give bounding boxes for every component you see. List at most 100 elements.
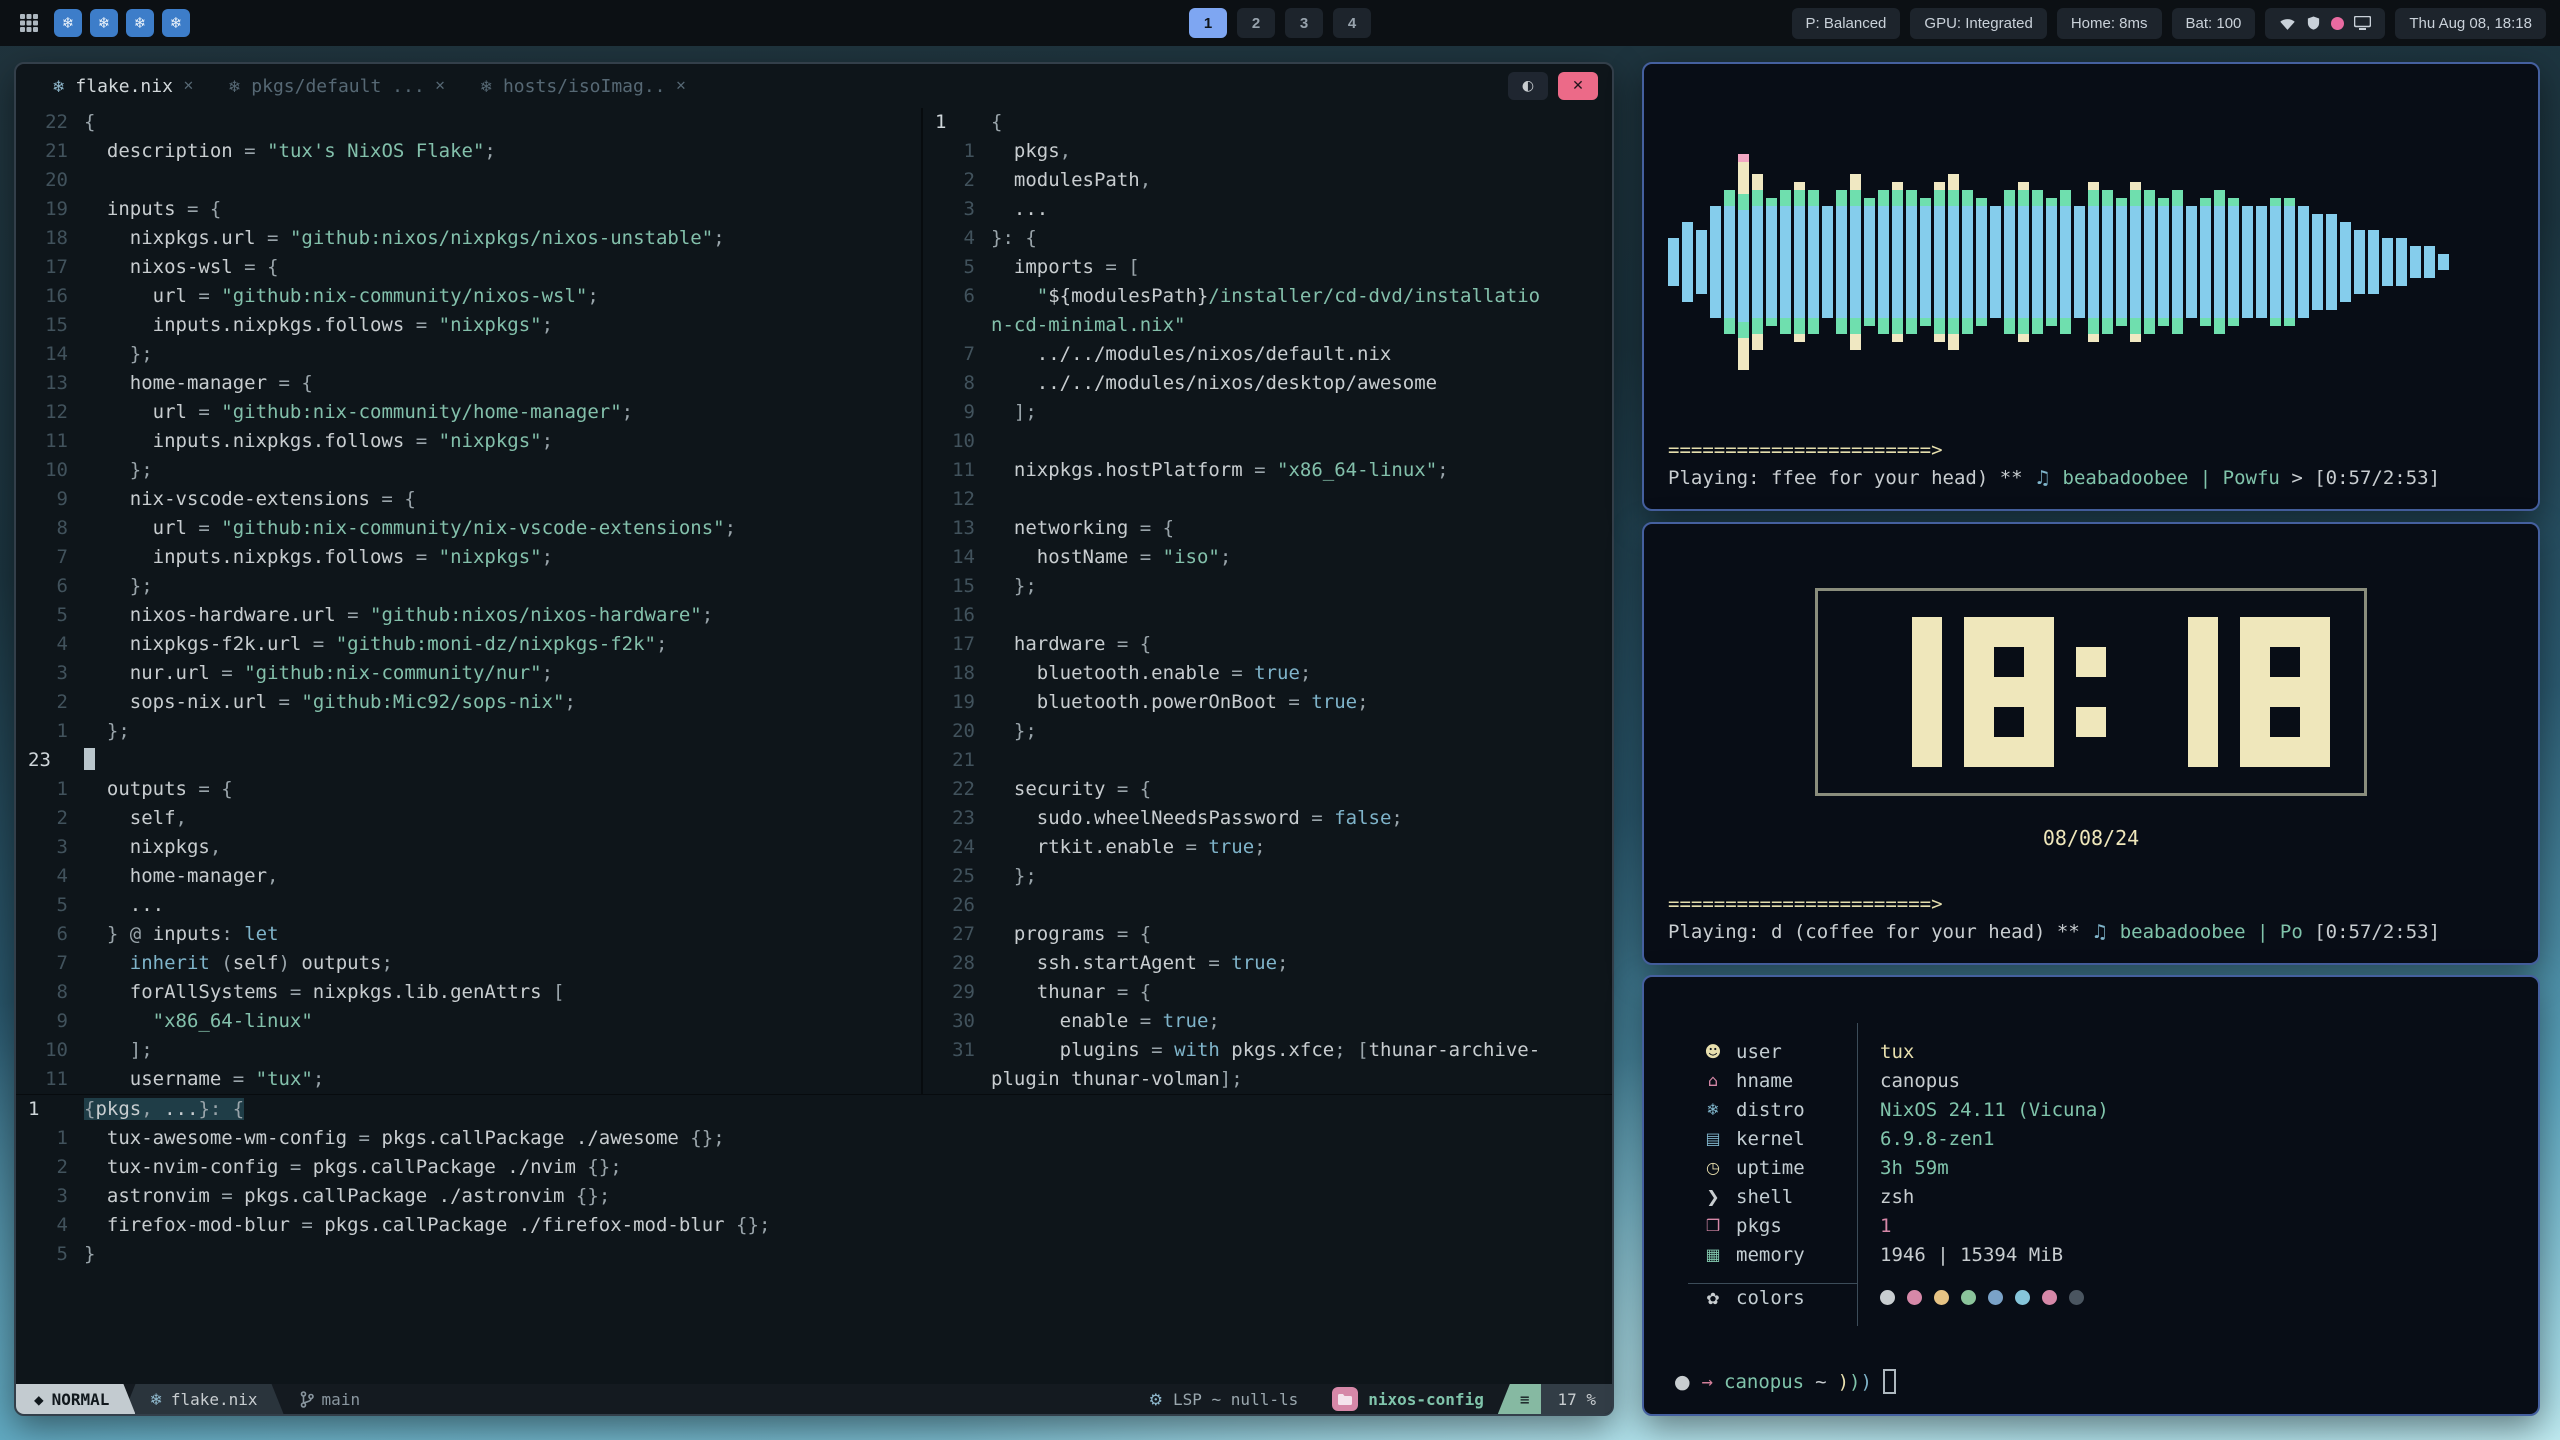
workspace-1[interactable]: 1	[1189, 8, 1227, 38]
code-line: 20 };	[923, 717, 1612, 746]
code-line: 3 ...	[923, 195, 1612, 224]
code-text: url = "github:nix-community/home-manager…	[84, 398, 633, 427]
tab-group: ❄flake.nix✕❄pkgs/default ...✕❄hosts/isoI…	[52, 76, 686, 97]
viz-bar	[1780, 190, 1791, 334]
color-dot	[1880, 1290, 1895, 1305]
code-text: };	[991, 572, 1037, 601]
editor-pane-isoimage[interactable]: 1{1 pkgs,2 modulesPath,3 ...4}: {5 impor…	[923, 108, 1612, 1094]
fetch-value: 1	[1858, 1215, 1891, 1237]
line-number: 2	[16, 1153, 84, 1182]
gear-icon: ⚙	[1149, 1390, 1163, 1409]
clock-terminal[interactable]: 08/08/24 =======================> Playin…	[1642, 522, 2540, 965]
code-text: nixos-wsl = {	[84, 253, 279, 282]
editor-pane-flake[interactable]: 22{21 description = "tux's NixOS Flake";…	[16, 108, 923, 1094]
code-line: 11 username = "tux";	[16, 1065, 921, 1094]
code-line: 4 home-manager,	[16, 862, 921, 891]
git-branch-label: main	[322, 1390, 361, 1409]
close-window-button[interactable]: ✕	[1558, 72, 1598, 100]
viz-bar	[2242, 206, 2253, 318]
palette-icon: ✿	[1702, 1289, 1724, 1308]
tab-hosts-isoimag-[interactable]: ❄hosts/isoImag..✕	[480, 76, 687, 97]
visualizer-terminal[interactable]: =======================> Playing: ffee f…	[1642, 62, 2540, 511]
hostname-icon: ⌂	[1702, 1071, 1724, 1090]
code-line: 8 forAllSystems = nixpkgs.lib.genAttrs [	[16, 978, 921, 1007]
clock-digit	[1852, 617, 1942, 767]
launcher-button[interactable]	[14, 8, 44, 38]
project-segment: nixos-config	[1316, 1384, 1500, 1414]
line-number: 1	[923, 108, 991, 137]
line-number: 10	[16, 1036, 84, 1065]
tab-close-icon[interactable]: ✕	[435, 79, 446, 94]
code-line: 15 };	[923, 572, 1612, 601]
code-line: plugin thunar-volman];	[923, 1065, 1612, 1094]
tab-label: flake.nix	[75, 76, 173, 97]
color-dot	[1934, 1290, 1949, 1305]
code-text: };	[84, 572, 153, 601]
code-text: "x86_64-linux"	[84, 1007, 313, 1036]
neovim-window[interactable]: ❄flake.nix✕❄pkgs/default ...✕❄hosts/isoI…	[14, 62, 1614, 1416]
code-text: inherit (self) outputs;	[84, 949, 393, 978]
code-text: inputs.nixpkgs.follows = "nixpkgs";	[84, 427, 553, 456]
visualizer-area	[1668, 84, 2514, 439]
code-line: 11 nixpkgs.hostPlatform = "x86_64-linux"…	[923, 456, 1612, 485]
prompt-path: ~	[1815, 1371, 1826, 1393]
line-number: 20	[16, 166, 84, 195]
shell-icon: ❯	[1702, 1187, 1724, 1206]
code-line: 10	[923, 427, 1612, 456]
tab-close-icon[interactable]: ✕	[676, 79, 687, 94]
viz-bar	[2200, 198, 2211, 326]
fetch-value: NixOS 24.11 (Vicuna)	[1858, 1099, 2109, 1121]
viz-bar	[1724, 190, 1735, 334]
clock-date: 08/08/24	[2043, 826, 2139, 850]
prompt-hostname: canopus	[1724, 1371, 1804, 1393]
tab-close-icon[interactable]: ✕	[183, 79, 194, 94]
code-text: "${modulesPath}/installer/cd-dvd/install…	[991, 282, 1540, 311]
viz-bar	[2382, 238, 2393, 286]
tab-pkgs-default-[interactable]: ❄pkgs/default ...✕	[228, 76, 446, 97]
code-text: programs = {	[991, 920, 1151, 949]
line-number: 10	[923, 427, 991, 456]
sticky-toggle-button[interactable]: ◐	[1508, 72, 1548, 100]
fetch-row-memory: ▦memory1946 | 15394 MiB	[1688, 1240, 2514, 1269]
tray-icon[interactable]: ❄	[54, 9, 82, 37]
user-icon: ☻	[1702, 1042, 1724, 1061]
fetch-terminal[interactable]: ☻usertux⌂hnamecanopus❄distroNixOS 24.11 …	[1642, 975, 2540, 1416]
prompt-chevron: )	[1849, 1371, 1860, 1393]
line-number: 8	[16, 514, 84, 543]
workspace-4[interactable]: 4	[1333, 8, 1371, 38]
code-text: security = {	[991, 775, 1151, 804]
mode-segment: ◆ NORMAL	[16, 1384, 135, 1414]
viz-bar	[1990, 206, 2001, 318]
viz-bar	[2004, 190, 2015, 334]
fetch-label: distro	[1736, 1099, 1805, 1121]
workspace-2[interactable]: 2	[1237, 8, 1275, 38]
fetch-value: 1946 | 15394 MiB	[1858, 1244, 2063, 1266]
fetch-value: zsh	[1858, 1186, 1914, 1208]
code-text: n-cd-minimal.nix"	[991, 311, 1185, 340]
code-line: 6 };	[16, 572, 921, 601]
viz-bar	[1948, 174, 1959, 350]
code-line: 1 pkgs,	[923, 137, 1612, 166]
tab-flake-nix[interactable]: ❄flake.nix✕	[52, 76, 194, 97]
code-text: firefox-mod-blur = pkgs.callPackage ./fi…	[84, 1211, 770, 1240]
code-text: astronvim = pkgs.callPackage ./astronvim…	[84, 1182, 610, 1211]
code-text: nixpkgs.url = "github:nixos/nixpkgs/nixo…	[84, 224, 725, 253]
tray-icon[interactable]: ❄	[90, 9, 118, 37]
topbar-left-cluster: ❄ ❄ ❄ ❄	[14, 8, 190, 38]
fetch-row-uptime: ◷uptime3h 59m	[1688, 1153, 2514, 1182]
line-number: 14	[923, 543, 991, 572]
tray-icon[interactable]: ❄	[162, 9, 190, 37]
code-text: plugin thunar-volman];	[991, 1065, 1243, 1094]
code-line: 1{pkgs, ...}: {	[16, 1095, 1612, 1124]
viz-bar	[2046, 198, 2057, 326]
viz-bar	[1962, 190, 1973, 334]
code-line: 4 nixpkgs-f2k.url = "github:moni-dz/nixp…	[16, 630, 921, 659]
editor-pane-pkgs-default[interactable]: 1{pkgs, ...}: {1 tux-awesome-wm-config =…	[16, 1094, 1612, 1269]
tray-icon[interactable]: ❄	[126, 9, 154, 37]
viz-bar	[2298, 206, 2309, 318]
shell-prompt[interactable]: ● → canopus ~ )))	[1674, 1369, 2514, 1394]
code-text: home-manager = {	[84, 369, 313, 398]
workspace-3[interactable]: 3	[1285, 8, 1323, 38]
code-text: enable = true;	[991, 1007, 1220, 1036]
code-line: 29 thunar = {	[923, 978, 1612, 1007]
